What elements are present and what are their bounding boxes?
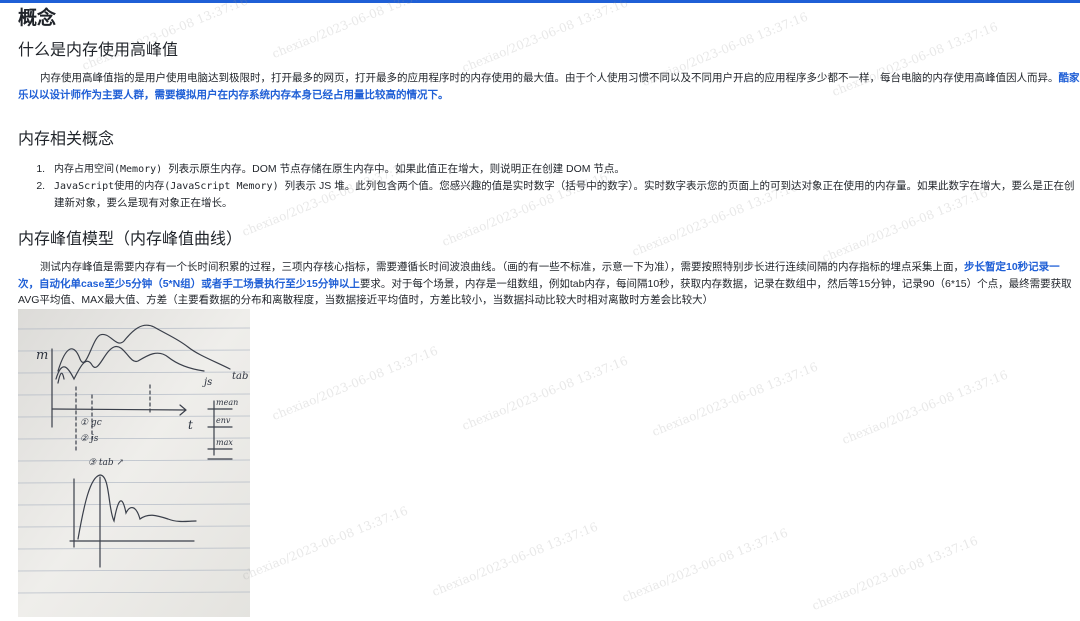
heading-peak-value: 什么是内存使用高峰值 bbox=[18, 42, 179, 59]
heading-memory-concepts: 内存相关概念 bbox=[18, 131, 115, 148]
concept-term: 内存占用空间(Memory) bbox=[54, 164, 169, 175]
concept-term: JavaScript使用的内存(JavaScript Memory) bbox=[54, 181, 285, 192]
concept-text: 列表示原生内存。DOM 节点存储在原生内存中。如果此值正在增大，则说明正在创建 … bbox=[168, 163, 625, 175]
sketch-note-3: ③ tab ↗ bbox=[88, 458, 124, 468]
sketch-legend-env: env bbox=[216, 416, 231, 425]
sketch-label-tab: tab bbox=[232, 371, 248, 382]
peak-value-text: 内存使用高峰值指的是用户使用电脑达到极限时，打开最多的网页，打开最多的应用程序时… bbox=[40, 72, 1059, 84]
sketch-drawing: m tab js t ① gc ② js ③ tab ↗ mean env ma… bbox=[18, 309, 250, 617]
sketch-legend-mean: mean bbox=[216, 398, 238, 407]
heading-peak-model: 内存峰值模型（内存峰值曲线） bbox=[18, 231, 243, 248]
sketch-note-1: ① gc bbox=[80, 418, 102, 428]
page-title: 概念 bbox=[18, 8, 57, 29]
sketch-label-js: js bbox=[202, 377, 212, 388]
hand-drawn-sketch-photo: m tab js t ① gc ② js ③ tab ↗ mean env ma… bbox=[18, 309, 250, 617]
sketch-label-m: m bbox=[36, 348, 48, 363]
paragraph-peak-model: 测试内存峰值是需要内存有一个长时间积累的过程，三项内存核心指标，需要遵循长时间波… bbox=[18, 259, 1080, 309]
sketch-note-2: ② js bbox=[80, 434, 99, 444]
concepts-list: 内存占用空间(Memory) 列表示原生内存。DOM 节点存储在原生内存中。如果… bbox=[18, 161, 1080, 211]
list-item: 内存占用空间(Memory) 列表示原生内存。DOM 节点存储在原生内存中。如果… bbox=[48, 161, 1080, 178]
sketch-legend-max: max bbox=[216, 438, 233, 447]
list-item: JavaScript使用的内存(JavaScript Memory) 列表示 J… bbox=[48, 178, 1080, 211]
sketch-label-t: t bbox=[188, 418, 193, 432]
paragraph-peak-value: 内存使用高峰值指的是用户使用电脑达到极限时，打开最多的网页，打开最多的应用程序时… bbox=[18, 70, 1080, 103]
peak-model-text-a: 测试内存峰值是需要内存有一个长时间积累的过程，三项内存核心指标，需要遵循长时间波… bbox=[40, 261, 964, 273]
